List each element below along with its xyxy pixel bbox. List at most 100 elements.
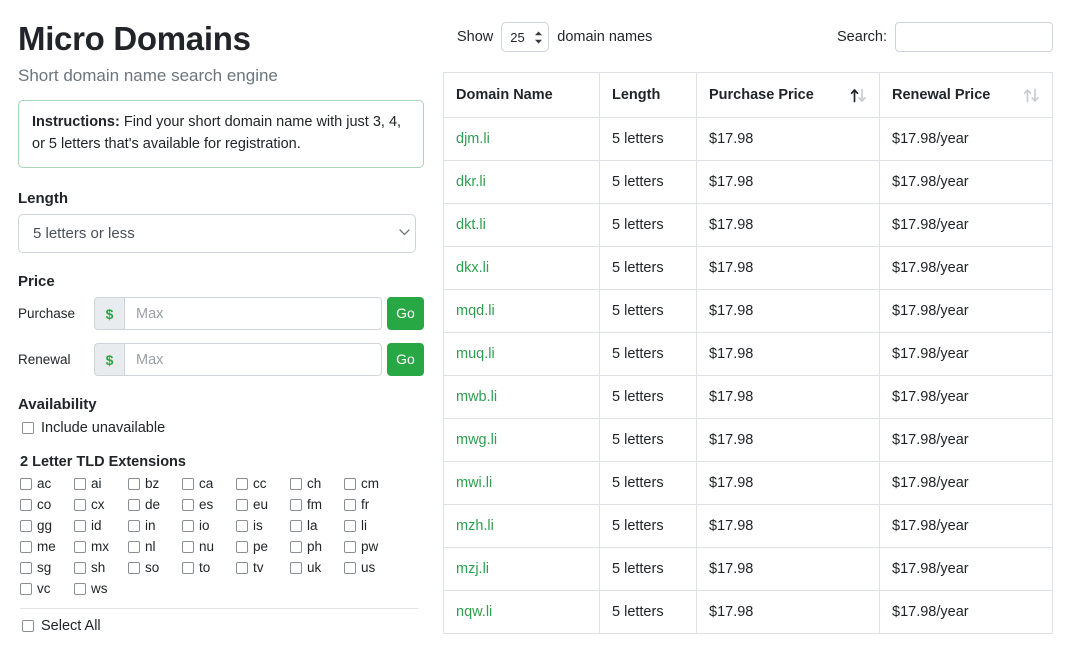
tld-checkbox-item[interactable]: is: [234, 518, 288, 533]
tld-label[interactable]: de: [145, 497, 160, 512]
tld-checkbox-item[interactable]: bz: [126, 476, 180, 491]
domain-link[interactable]: dkt.li: [456, 217, 486, 233]
tld-label[interactable]: id: [91, 518, 102, 533]
renewal-go-button[interactable]: Go: [387, 343, 424, 376]
tld-checkbox-vc[interactable]: [20, 583, 32, 595]
tld-checkbox-item[interactable]: ac: [18, 476, 72, 491]
domain-link[interactable]: djm.li: [456, 131, 490, 147]
tld-label[interactable]: me: [37, 539, 56, 554]
tld-checkbox-item[interactable]: sg: [18, 560, 72, 575]
sort-unsorted-icon[interactable]: [1023, 88, 1040, 103]
tld-checkbox-us[interactable]: [344, 562, 356, 574]
tld-label[interactable]: cc: [253, 476, 267, 491]
column-header-renewal-price[interactable]: Renewal Price: [880, 73, 1053, 118]
tld-label[interactable]: pw: [361, 539, 378, 554]
tld-checkbox-mx[interactable]: [74, 541, 86, 553]
search-input[interactable]: [895, 22, 1053, 52]
tld-checkbox-item[interactable]: eu: [234, 497, 288, 512]
tld-checkbox-sg[interactable]: [20, 562, 32, 574]
tld-checkbox-item[interactable]: ca: [180, 476, 234, 491]
domain-link[interactable]: dkr.li: [456, 174, 486, 190]
tld-checkbox-item[interactable]: mx: [72, 539, 126, 554]
tld-checkbox-item[interactable]: nl: [126, 539, 180, 554]
domain-link[interactable]: dkx.li: [456, 260, 489, 276]
tld-checkbox-de[interactable]: [128, 499, 140, 511]
tld-checkbox-gg[interactable]: [20, 520, 32, 532]
tld-label[interactable]: co: [37, 497, 51, 512]
tld-checkbox-cx[interactable]: [74, 499, 86, 511]
tld-checkbox-item[interactable]: ai: [72, 476, 126, 491]
length-select[interactable]: 5 letters or less: [18, 214, 416, 253]
tld-checkbox-fm[interactable]: [290, 499, 302, 511]
tld-label[interactable]: io: [199, 518, 210, 533]
tld-checkbox-item[interactable]: fr: [342, 497, 396, 512]
tld-checkbox-li[interactable]: [344, 520, 356, 532]
tld-label[interactable]: li: [361, 518, 367, 533]
tld-label[interactable]: fr: [361, 497, 369, 512]
domain-link[interactable]: mwi.li: [456, 475, 492, 491]
tld-label[interactable]: cm: [361, 476, 379, 491]
tld-checkbox-item[interactable]: fm: [288, 497, 342, 512]
select-all-label[interactable]: Select All: [41, 618, 101, 634]
tld-checkbox-item[interactable]: cc: [234, 476, 288, 491]
tld-checkbox-tv[interactable]: [236, 562, 248, 574]
tld-label[interactable]: ac: [37, 476, 51, 491]
column-header-domain-name[interactable]: Domain Name: [444, 73, 600, 118]
tld-checkbox-item[interactable]: gg: [18, 518, 72, 533]
include-unavailable-label[interactable]: Include unavailable: [41, 420, 165, 436]
tld-checkbox-es[interactable]: [182, 499, 194, 511]
tld-checkbox-item[interactable]: vc: [18, 581, 72, 596]
tld-label[interactable]: la: [307, 518, 318, 533]
tld-checkbox-item[interactable]: li: [342, 518, 396, 533]
tld-checkbox-so[interactable]: [128, 562, 140, 574]
tld-label[interactable]: ch: [307, 476, 321, 491]
tld-checkbox-sh[interactable]: [74, 562, 86, 574]
tld-checkbox-ch[interactable]: [290, 478, 302, 490]
tld-label[interactable]: tv: [253, 560, 264, 575]
tld-label[interactable]: gg: [37, 518, 52, 533]
tld-checkbox-item[interactable]: me: [18, 539, 72, 554]
tld-label[interactable]: sh: [91, 560, 105, 575]
tld-checkbox-nl[interactable]: [128, 541, 140, 553]
tld-checkbox-in[interactable]: [128, 520, 140, 532]
tld-label[interactable]: eu: [253, 497, 268, 512]
select-all-row[interactable]: Select All: [18, 618, 424, 634]
tld-label[interactable]: vc: [37, 581, 51, 596]
tld-checkbox-item[interactable]: us: [342, 560, 396, 575]
tld-checkbox-item[interactable]: id: [72, 518, 126, 533]
tld-label[interactable]: mx: [91, 539, 109, 554]
tld-checkbox-uk[interactable]: [290, 562, 302, 574]
tld-label[interactable]: nu: [199, 539, 214, 554]
domain-link[interactable]: mwg.li: [456, 432, 497, 448]
domain-link[interactable]: mzj.li: [456, 561, 489, 577]
tld-checkbox-item[interactable]: cx: [72, 497, 126, 512]
tld-label[interactable]: ai: [91, 476, 102, 491]
tld-checkbox-item[interactable]: sh: [72, 560, 126, 575]
tld-checkbox-nu[interactable]: [182, 541, 194, 553]
include-unavailable-row[interactable]: Include unavailable: [18, 420, 424, 436]
tld-checkbox-pw[interactable]: [344, 541, 356, 553]
purchase-max-input[interactable]: [124, 297, 382, 330]
tld-label[interactable]: es: [199, 497, 213, 512]
show-entries-select[interactable]: 25: [501, 22, 549, 52]
tld-checkbox-ph[interactable]: [290, 541, 302, 553]
sort-ascending-icon[interactable]: [850, 88, 867, 103]
tld-checkbox-co[interactable]: [20, 499, 32, 511]
tld-label[interactable]: cx: [91, 497, 105, 512]
tld-checkbox-item[interactable]: nu: [180, 539, 234, 554]
domain-link[interactable]: muq.li: [456, 346, 495, 362]
tld-checkbox-eu[interactable]: [236, 499, 248, 511]
tld-label[interactable]: is: [253, 518, 263, 533]
tld-checkbox-item[interactable]: cm: [342, 476, 396, 491]
tld-checkbox-item[interactable]: ph: [288, 539, 342, 554]
column-header-length[interactable]: Length: [600, 73, 697, 118]
tld-checkbox-ac[interactable]: [20, 478, 32, 490]
tld-label[interactable]: ph: [307, 539, 322, 554]
tld-checkbox-item[interactable]: to: [180, 560, 234, 575]
tld-checkbox-item[interactable]: ch: [288, 476, 342, 491]
tld-checkbox-cc[interactable]: [236, 478, 248, 490]
tld-checkbox-item[interactable]: es: [180, 497, 234, 512]
column-header-purchase-price[interactable]: Purchase Price: [697, 73, 880, 118]
tld-checkbox-item[interactable]: pw: [342, 539, 396, 554]
tld-checkbox-pe[interactable]: [236, 541, 248, 553]
